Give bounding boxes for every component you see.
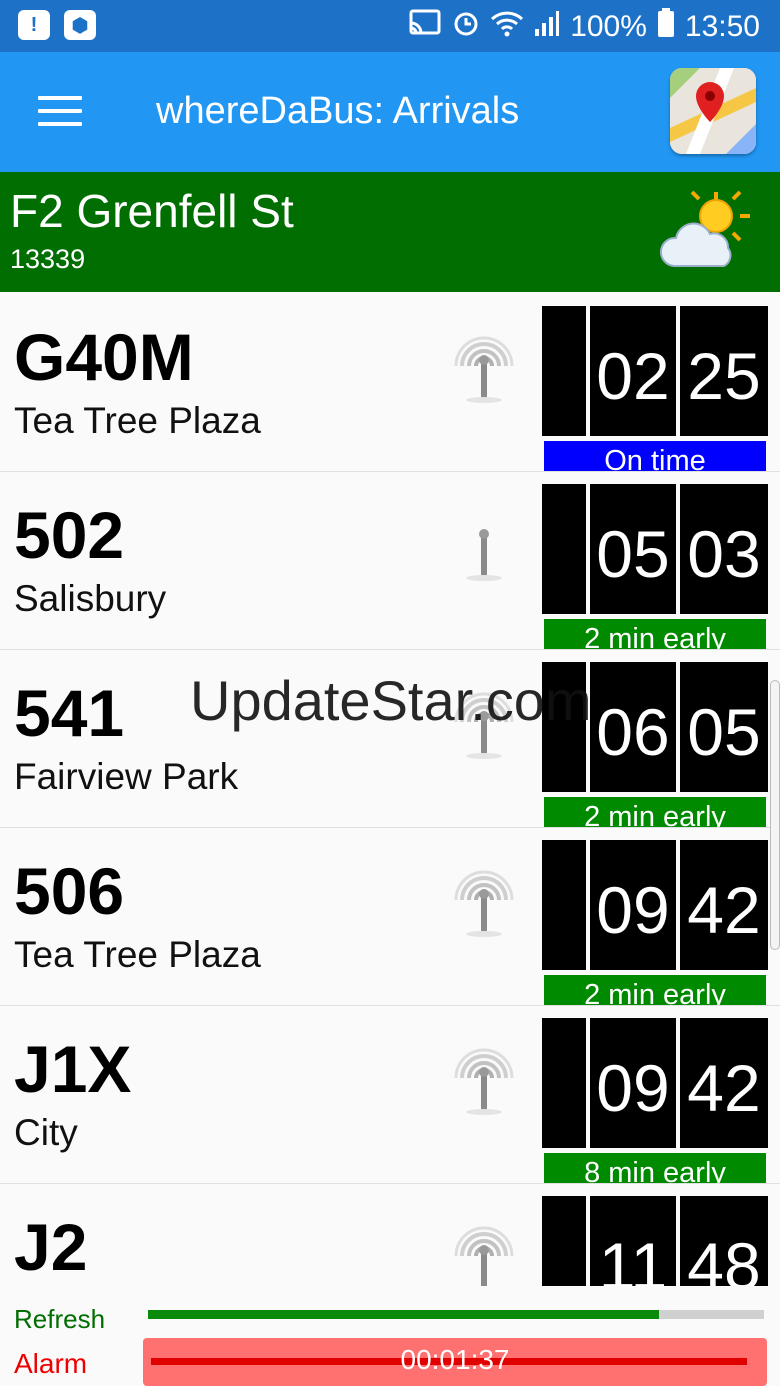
clock-minutes: 42 [680,1018,768,1148]
cast-icon [408,9,442,45]
route-number: J1X [14,1032,132,1106]
bottom-controls: Refresh Alarm 00:01:37 [0,1286,780,1386]
arrival-row[interactable]: 502 Salisbury 05 03 2 min early [0,472,780,650]
arrival-clock: 09 42 [542,840,768,970]
clock-time: 13:50 [684,10,760,43]
route-destination: Fairview Park [14,756,239,797]
clock-minutes: 03 [680,484,768,614]
route-number: 541 [14,676,125,750]
clock-blank-cell [542,484,586,614]
arrival-row[interactable]: J2 11 48 [0,1184,780,1286]
refresh-label: Refresh [14,1304,106,1334]
clock-minutes: 48 [680,1196,768,1286]
clock-hours: 02 [590,306,676,436]
status-bar: ! ⬢ 100% 13:50 [0,0,780,52]
maps-icon[interactable] [670,68,756,154]
route-number: 502 [14,498,125,572]
clock-minutes: 05 [680,662,768,792]
scrollbar[interactable] [770,680,780,950]
cellular-signal-icon [534,9,560,45]
clock-hours: 09 [590,840,676,970]
realtime-signal-icon [452,1038,516,1118]
arrival-clock: 05 03 [542,484,768,614]
clock-blank-cell [542,840,586,970]
clock-blank-cell [542,306,586,436]
arrival-clock: 11 48 [542,1196,768,1286]
arrival-status: 2 min early [542,795,768,827]
route-destination: City [14,1112,78,1153]
route-number: G40M [14,320,194,394]
arrival-row[interactable]: J1X City 09 42 8 min early [0,1006,780,1184]
notification-stop-icon: ⬢ [64,10,96,40]
arrival-row[interactable]: G40M Tea Tree Plaza 02 25 On time [0,294,780,472]
clock-hours: 09 [590,1018,676,1148]
alarm-button[interactable]: 00:01:37 [143,1338,767,1386]
route-destination: Salisbury [14,578,167,619]
stop-name: F2 Grenfell St [10,185,294,237]
alarm-countdown: 00:01:37 [400,1344,510,1375]
route-number: 506 [14,854,125,928]
arrival-status: 2 min early [542,973,768,1005]
clock-hours: 06 [590,662,676,792]
clock-hours: 11 [590,1196,676,1286]
clock-blank-cell [542,1196,586,1286]
arrival-status: 2 min early [542,617,768,649]
wifi-icon [490,9,524,45]
route-destination: Tea Tree Plaza [14,934,261,975]
app-bar: whereDaBus: Arrivals [0,52,780,172]
arrival-status: On time [542,439,768,471]
realtime-signal-icon [452,504,516,584]
route-destination: Tea Tree Plaza [14,400,261,441]
battery-icon [657,8,675,46]
stop-id: 13339 [10,244,86,274]
clock-minutes: 25 [680,306,768,436]
arrival-status: 8 min early [542,1151,768,1183]
clock-minutes: 42 [680,840,768,970]
refresh-progress-fill [148,1310,660,1319]
realtime-signal-icon [452,860,516,940]
route-number: J2 [14,1210,88,1284]
realtime-signal-icon [452,1216,516,1286]
alarm-clock-icon [452,9,480,45]
refresh-progress-bar [148,1310,764,1319]
notification-alert-icon: ! [18,10,50,40]
screen: ! ⬢ 100% 13:50 whereDaBus: Arrivals F2 G… [0,0,780,1386]
watermark: UpdateStar.com [190,669,592,732]
app-title: whereDaBus: Arrivals [156,90,520,132]
clock-blank-cell [542,1018,586,1148]
weather-partly-cloudy-icon [659,188,752,276]
arrival-clock: 02 25 [542,306,768,436]
realtime-signal-icon [452,326,516,406]
clock-hours: 05 [590,484,676,614]
alarm-label: Alarm [14,1348,88,1379]
arrival-clock: 09 42 [542,1018,768,1148]
stop-header: F2 Grenfell St 13339 [0,172,780,292]
menu-icon[interactable] [38,96,82,128]
arrival-row[interactable]: 506 Tea Tree Plaza 09 42 2 min early [0,828,780,1006]
battery-percent: 100% [570,10,647,43]
